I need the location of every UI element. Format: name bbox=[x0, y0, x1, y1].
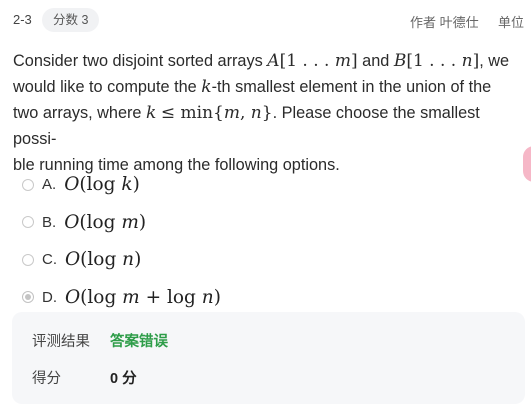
option-formula: O(log k) bbox=[64, 174, 140, 196]
score-value: 0 分 bbox=[110, 371, 137, 387]
option-a[interactable]: A. O(log k) bbox=[22, 166, 221, 204]
option-d[interactable]: D. O(log m + log n) bbox=[22, 279, 221, 317]
author-label: 作者 叶德仕 bbox=[410, 15, 479, 30]
question-text: Consider two disjoint sorted arrays A[1 … bbox=[13, 48, 515, 178]
result-panel: 评测结果 答案错误 得分 0 分 bbox=[12, 312, 525, 404]
option-letter: D. bbox=[42, 288, 57, 306]
judge-row: 评测结果 答案错误 bbox=[32, 330, 168, 351]
floating-side-button[interactable] bbox=[523, 146, 531, 182]
unit-label: 单位 bbox=[498, 15, 525, 30]
radio-b[interactable] bbox=[22, 216, 34, 229]
radio-c[interactable] bbox=[22, 253, 34, 266]
option-b[interactable]: B. O(log m) bbox=[22, 204, 221, 242]
score-label: 得分 bbox=[32, 371, 61, 387]
judge-label: 评测结果 bbox=[32, 334, 90, 350]
question-line-3: two arrays, where k ≤ min{m, n}. Please … bbox=[13, 103, 480, 148]
option-formula: O(log m + log n) bbox=[65, 286, 221, 308]
judge-status: 答案错误 bbox=[110, 334, 168, 350]
option-formula: O(log n) bbox=[65, 249, 142, 271]
option-formula: O(log m) bbox=[64, 211, 147, 233]
score-row: 得分 0 分 bbox=[32, 367, 137, 388]
score-badge: 分数 3 bbox=[42, 8, 100, 32]
question-line-2: would like to compute the k-th smallest … bbox=[13, 77, 492, 97]
option-letter: A. bbox=[42, 176, 57, 194]
question-header: 2-3 分数 3 作者 叶德仕 单位 bbox=[0, 0, 531, 40]
options-list: A. O(log k) B. O(log m) C. O(log n) D. O… bbox=[22, 166, 221, 316]
radio-a[interactable] bbox=[22, 178, 34, 191]
question-number: 2-3 bbox=[13, 12, 32, 27]
option-c[interactable]: C. O(log n) bbox=[22, 241, 221, 279]
question-line-1: Consider two disjoint sorted arrays A[1 … bbox=[13, 51, 510, 71]
radio-d-selected[interactable] bbox=[22, 291, 34, 304]
option-letter: C. bbox=[42, 251, 57, 269]
option-letter: B. bbox=[42, 213, 57, 231]
